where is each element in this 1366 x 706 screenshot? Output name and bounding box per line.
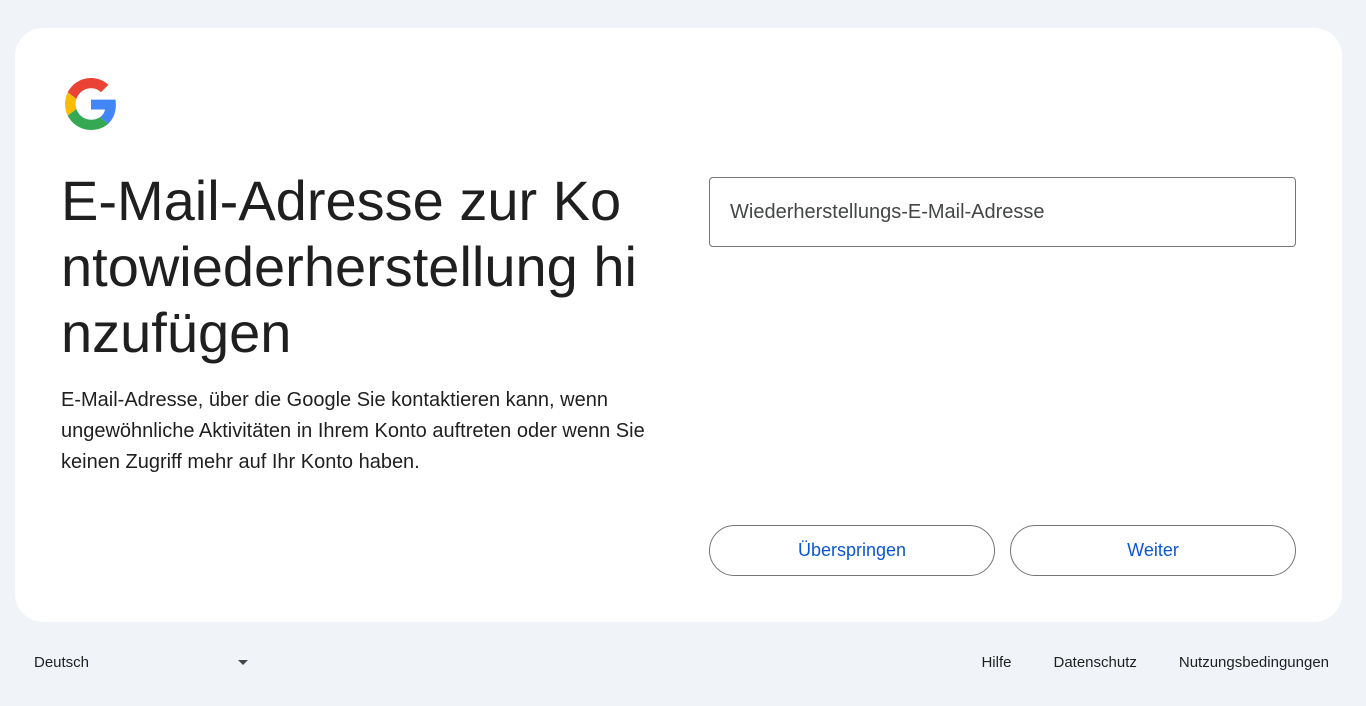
- skip-button[interactable]: Überspringen: [709, 525, 995, 576]
- caret-down-icon: [238, 659, 248, 665]
- recovery-email-input[interactable]: [710, 178, 1295, 246]
- help-link[interactable]: Hilfe: [977, 654, 1015, 671]
- terms-link[interactable]: Nutzungsbedingungen: [1175, 654, 1333, 671]
- recovery-email-field[interactable]: [709, 177, 1296, 247]
- language-label: Deutsch: [34, 653, 90, 671]
- page-description: E-Mail-Adresse, über die Google Sie kont…: [61, 389, 645, 473]
- language-selector[interactable]: Deutsch: [22, 640, 256, 684]
- footer: Deutsch Hilfe Datenschutz Nutzungsbeding…: [0, 640, 1366, 684]
- privacy-link[interactable]: Datenschutz: [1049, 654, 1140, 671]
- google-logo-icon: [65, 78, 117, 130]
- next-button[interactable]: Weiter: [1010, 525, 1296, 576]
- page-title: E-Mail-Adresse zur Kontowiederherstellun…: [61, 169, 637, 364]
- footer-links: Hilfe Datenschutz Nutzungsbedingungen: [943, 640, 1333, 684]
- signin-card: E-Mail-Adresse zur Kontowiederherstellun…: [15, 28, 1342, 622]
